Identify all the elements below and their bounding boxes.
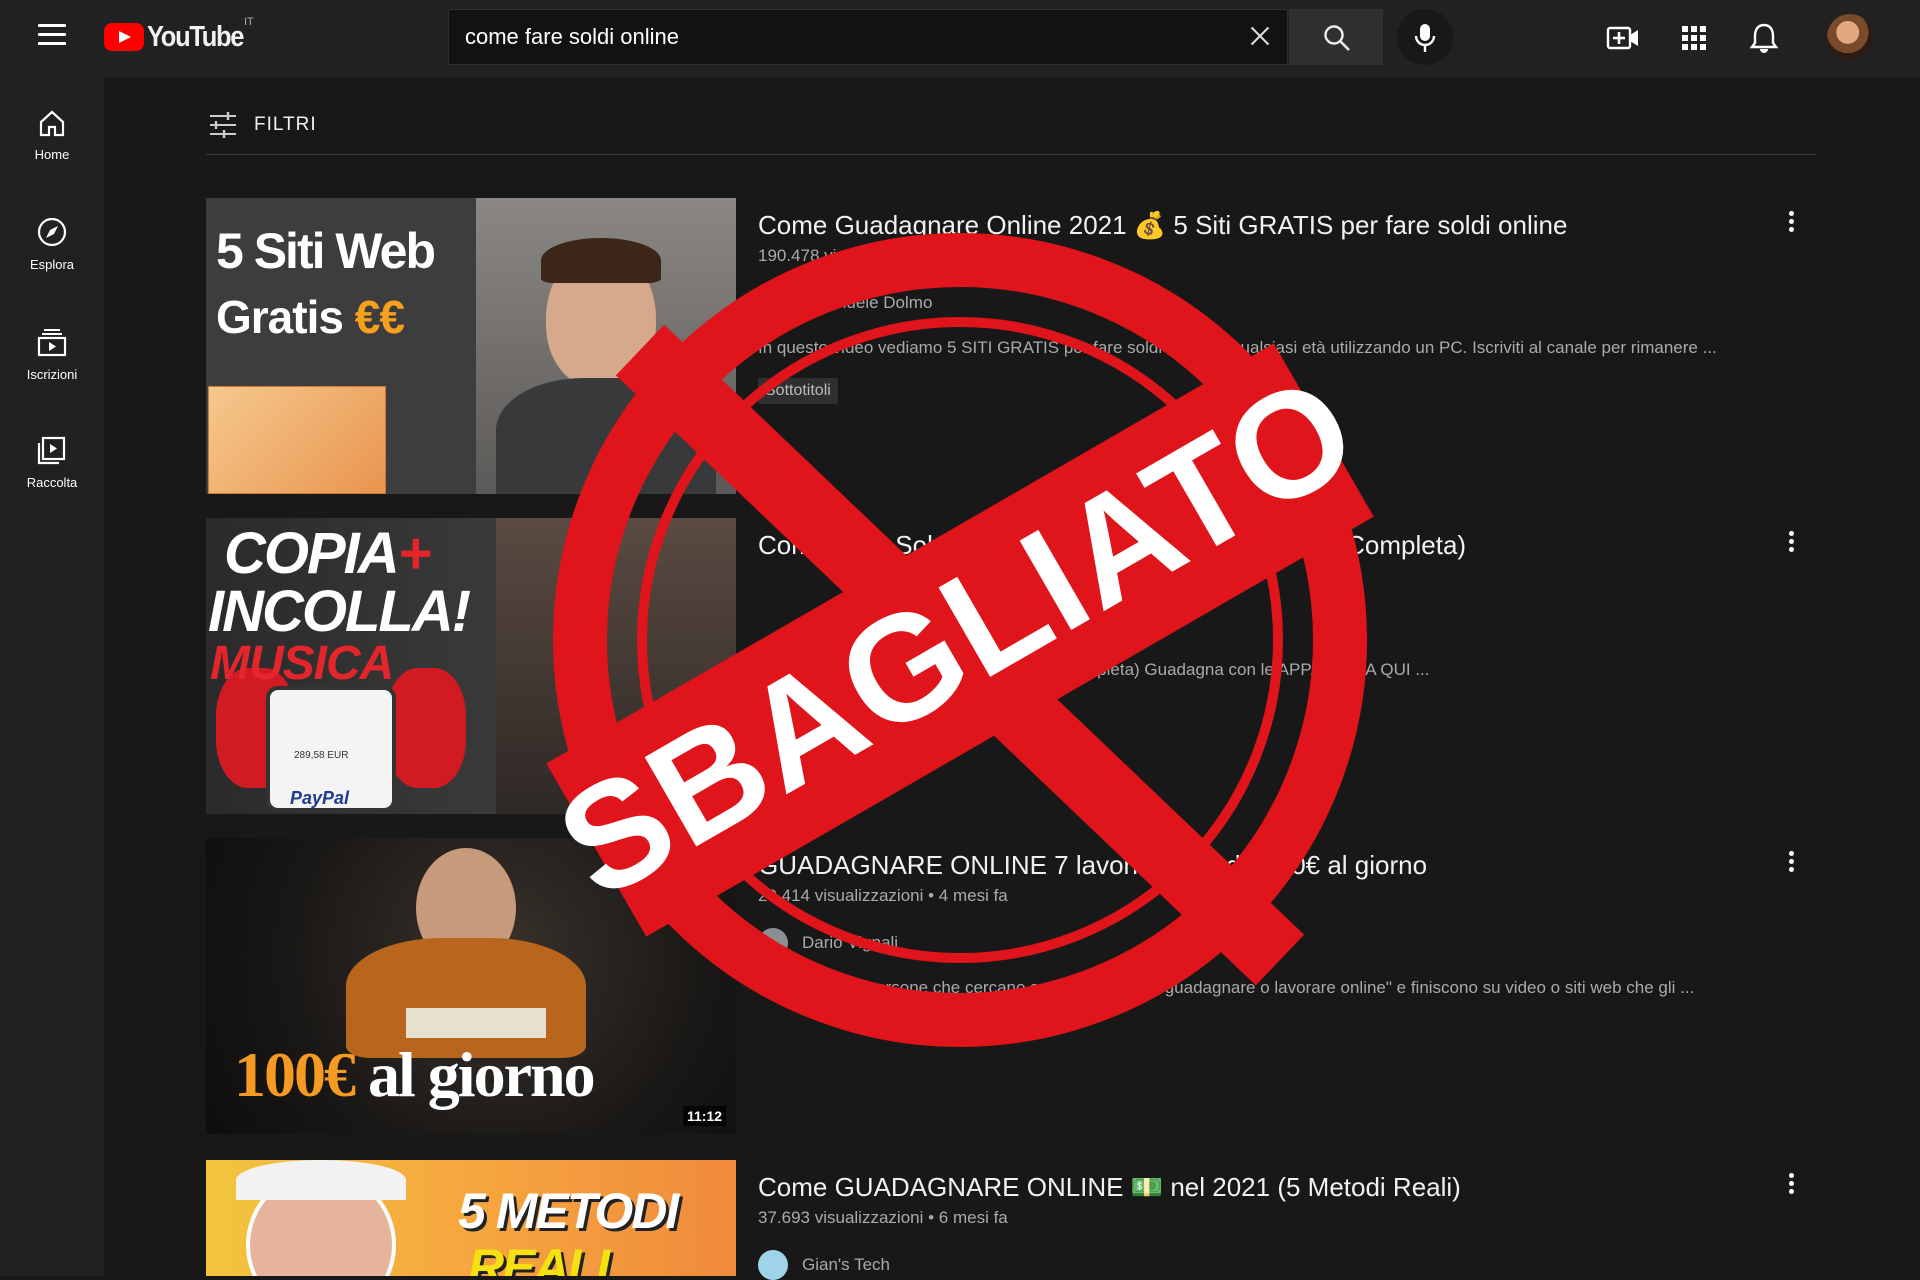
video-duration: 11:12 <box>682 1106 726 1126</box>
home-icon <box>39 110 65 137</box>
menu-icon[interactable] <box>38 24 66 46</box>
thumbnail-text: REALI <box>468 1239 610 1276</box>
search-input[interactable] <box>465 20 1205 54</box>
video-result: 5 Siti Web Gratis €€ Come Guadagnare Onl… <box>206 198 1816 494</box>
channel-avatar <box>758 928 788 958</box>
thumbnail-text: al giorno <box>368 1039 596 1110</box>
filters-label: FILTRI <box>254 114 317 135</box>
top-bar: YouTube IT <box>0 0 1920 78</box>
channel-link[interactable]: Emanuele Dolmo <box>758 288 932 318</box>
video-thumbnail[interactable]: 5 Siti Web Gratis €€ <box>206 198 736 494</box>
subscriptions-icon <box>37 329 67 357</box>
more-actions-icon[interactable] <box>1781 1170 1801 1200</box>
search-box <box>448 9 1288 65</box>
filters-button[interactable]: FILTRI <box>208 112 317 138</box>
video-meta: 29.414 visualizzazioni • 4 mesi fa <box>758 886 1008 905</box>
notifications-bell-icon[interactable] <box>1746 20 1782 56</box>
paypal-logo: PayPal <box>290 788 350 808</box>
create-video-icon[interactable] <box>1605 20 1641 56</box>
sidebar-item-home[interactable]: Home <box>0 108 104 198</box>
divider <box>206 154 1816 155</box>
video-result: 100€ al giorno 11:12 GUADAGNARE ONLINE 7… <box>206 838 1816 1134</box>
video-title[interactable]: Come Guadagnare Online 2021 💰 5 Siti GRA… <box>758 210 1567 241</box>
channel-name: Gian's Tech <box>802 1255 890 1274</box>
sidebar-item-subscriptions[interactable]: Iscrizioni <box>0 326 104 416</box>
paypal-balance: 289,58 EUR <box>294 750 349 761</box>
banknote-image <box>208 386 386 494</box>
channel-link[interactable]: Dario Vignali <box>758 928 898 958</box>
video-title[interactable]: GUADAGNARE ONLINE 7 lavori digitali da 1… <box>758 850 1427 881</box>
library-icon <box>37 436 66 465</box>
thumbnail-text: 100€ <box>234 1039 356 1110</box>
video-description: COPIA E INCOLLA MUSICA! (Strategia Compl… <box>758 660 1430 679</box>
video-meta: 37.693 visualizzazioni • 6 mesi fa <box>758 1208 1008 1227</box>
search-button[interactable] <box>1289 9 1383 65</box>
video-thumbnail[interactable]: 289,58 EUR PayPal COPIA+ INCOLLA! MUSICA <box>206 518 736 814</box>
subtitles-badge: Sottotitoli <box>758 378 838 404</box>
clear-search-icon[interactable] <box>1246 22 1274 50</box>
thumbnail-text: 5 METODI <box>458 1183 679 1239</box>
youtube-logo[interactable]: YouTube IT <box>104 16 256 54</box>
video-result: 5 METODI REALI Come GUADAGNARE ONLINE 💵 … <box>206 1160 1816 1280</box>
apps-grid-icon[interactable] <box>1676 20 1712 56</box>
sidebar-item-label: Iscrizioni <box>26 367 78 382</box>
search-icon <box>1324 25 1350 51</box>
sidebar-item-label: Esplora <box>29 257 75 272</box>
user-avatar[interactable] <box>1827 14 1873 60</box>
voice-search-button[interactable] <box>1397 9 1453 65</box>
youtube-play-icon <box>104 23 144 51</box>
channel-name: Dario Vignali <box>802 933 899 952</box>
thumbnail-text: MUSICA <box>210 637 394 690</box>
video-result: 289,58 EUR PayPal COPIA+ INCOLLA! MUSICA… <box>206 518 1816 814</box>
sidebar-item-library[interactable]: Raccolta <box>0 434 104 524</box>
thumbnail-text: INCOLLA! <box>208 579 471 644</box>
sidebar: Home Esplora Iscrizioni Raccolta <box>0 78 104 1276</box>
logo-text: YouTube <box>147 20 244 53</box>
thumbnail-text: + <box>397 521 432 586</box>
thumbnail-text: €€ <box>354 291 405 343</box>
channel-name: Emanuele Dolmo <box>802 293 933 312</box>
thumbnail-text: 5 Siti Web <box>216 223 436 279</box>
channel-avatar <box>758 288 788 318</box>
more-actions-icon[interactable] <box>1781 528 1801 558</box>
video-thumbnail[interactable]: 100€ al giorno 11:12 <box>206 838 736 1134</box>
microphone-icon <box>1414 24 1436 52</box>
video-title[interactable]: Come Fare Soldi Online con la MUSICA (St… <box>758 530 1466 561</box>
filter-sliders-icon <box>210 112 236 138</box>
sidebar-item-explore[interactable]: Esplora <box>0 216 104 306</box>
video-description: In questo video vediamo 5 SITI GRATIS pe… <box>758 338 1717 357</box>
video-thumbnail[interactable]: 5 METODI REALI <box>206 1160 736 1276</box>
thumbnail-text: COPIA <box>224 521 400 586</box>
video-title[interactable]: Come GUADAGNARE ONLINE 💵 nel 2021 (5 Met… <box>758 1172 1461 1203</box>
video-meta: 190.478 visualizzazioni • 1 anno fa <box>758 246 1020 265</box>
country-code: IT <box>244 16 254 28</box>
video-description: Sono molte le persone che cercano su Goo… <box>758 978 1695 997</box>
thumbnail-text: Gratis <box>216 291 344 343</box>
sidebar-item-label: Raccolta <box>26 475 78 490</box>
compass-icon <box>37 217 67 247</box>
more-actions-icon[interactable] <box>1781 848 1801 878</box>
sidebar-item-label: Home <box>34 147 70 162</box>
more-actions-icon[interactable] <box>1781 208 1801 238</box>
